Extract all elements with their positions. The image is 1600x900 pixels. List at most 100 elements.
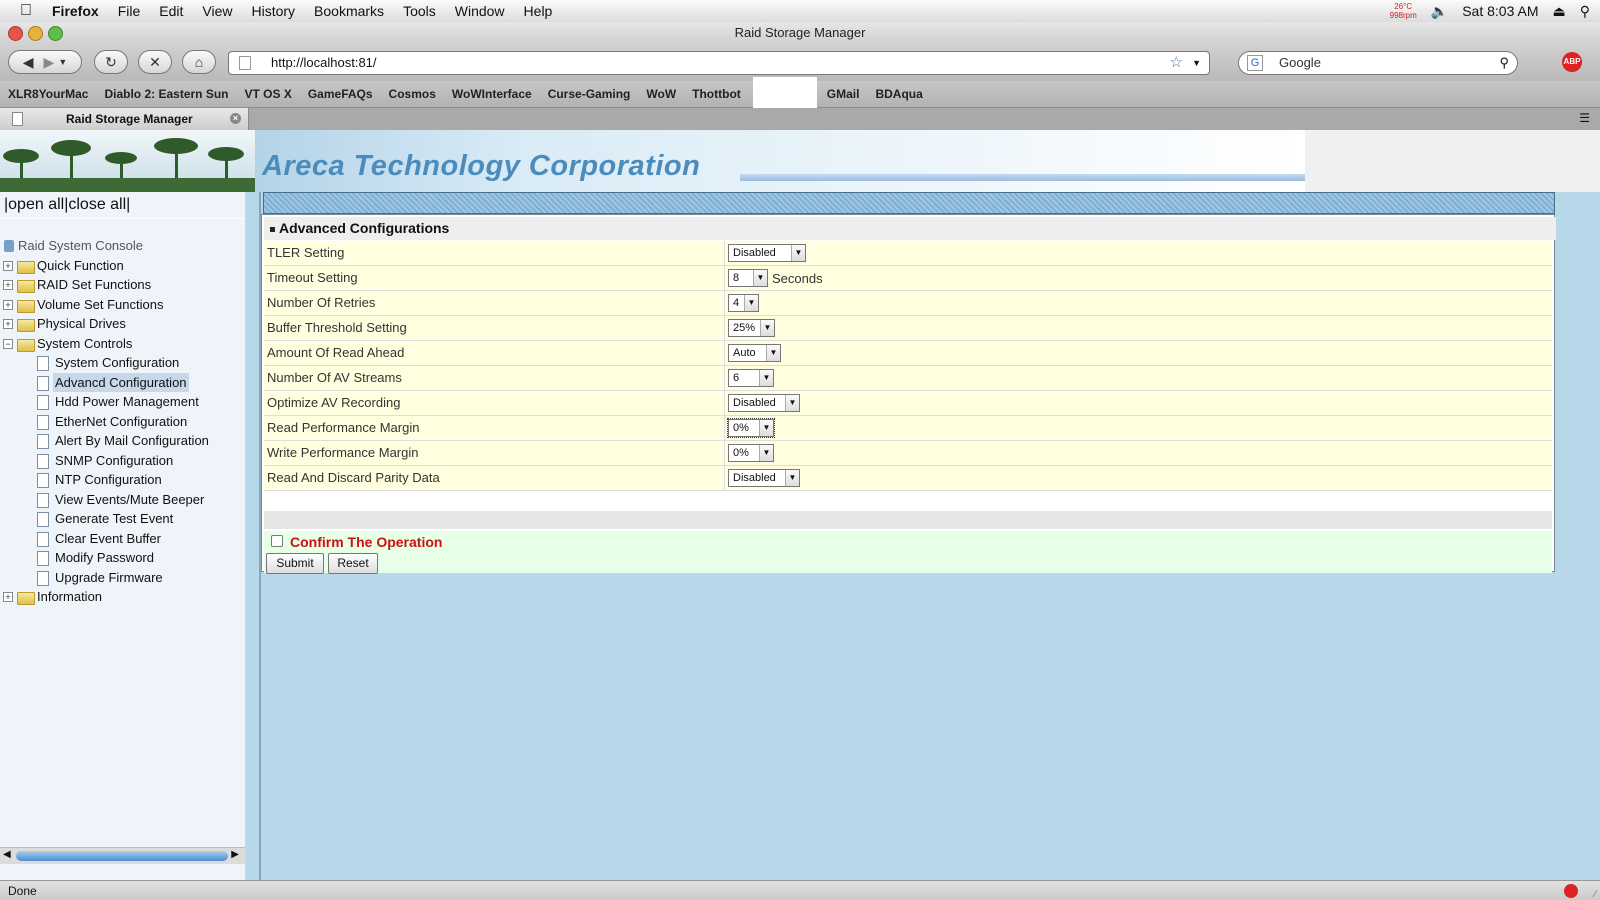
minimize-window-icon[interactable] (28, 26, 43, 41)
tree-item-system-controls[interactable]: − System Controls (0, 334, 245, 354)
tree-subitem-clear-event-buffer[interactable]: Clear Event Buffer (0, 529, 245, 549)
retries-select[interactable]: 4 ▼ (728, 294, 759, 312)
bookmark-item[interactable]: GMail (827, 87, 860, 101)
menu-bookmarks[interactable]: Bookmarks (314, 3, 384, 19)
expand-icon[interactable]: + (3, 319, 13, 329)
bookmark-item[interactable]: Cosmos (389, 87, 436, 101)
back-icon[interactable]: ◀ (23, 54, 34, 71)
blank-bookmark[interactable] (752, 77, 817, 111)
tree-subitem-generate-test-event[interactable]: Generate Test Event (0, 509, 245, 529)
expand-icon[interactable]: + (3, 299, 13, 310)
search-go-icon[interactable]: ⚲ (1499, 52, 1509, 74)
bookmark-item[interactable]: WoWInterface (452, 87, 532, 101)
tler-select[interactable]: Disabled ▼ (728, 244, 806, 262)
open-close-all-links[interactable]: |open all|close all| (4, 196, 130, 214)
menu-help[interactable]: Help (524, 3, 553, 19)
bookmark-item[interactable]: Diablo 2: Eastern Sun (104, 87, 228, 101)
write-margin-select[interactable]: 0% ▼ (728, 444, 774, 462)
apple-icon[interactable]:  (20, 2, 38, 20)
reload-button[interactable]: ↻ (94, 50, 128, 74)
bookmark-item[interactable]: VT OS X (245, 87, 292, 101)
tree-subitem-alert-by-mail[interactable]: Alert By Mail Configuration (0, 431, 245, 451)
url-dropdown-icon[interactable]: ▼ (1192, 52, 1201, 74)
forward-icon[interactable]: ▶ (44, 54, 55, 71)
menu-history[interactable]: History (251, 3, 295, 19)
scroll-right-icon[interactable]: ▶ (231, 849, 239, 860)
setting-row-av-streams: Number Of AV Streams 6 ▼ (264, 366, 1552, 391)
select-value: 4 (733, 297, 740, 309)
tree-subitem-modify-password[interactable]: Modify Password (0, 548, 245, 568)
close-tab-icon[interactable]: × (230, 113, 241, 124)
temperature-readout[interactable]: 26°C 998rpm (1390, 2, 1417, 20)
collapse-icon[interactable]: − (3, 338, 13, 349)
bookmark-item[interactable]: Curse-Gaming (548, 87, 631, 101)
stop-button[interactable]: ✕ (138, 50, 172, 74)
submit-button[interactable]: Submit (266, 553, 324, 574)
tree-item-quick-function[interactable]: + Quick Function (0, 256, 245, 276)
discard-parity-select[interactable]: Disabled ▼ (728, 469, 800, 487)
folder-icon (17, 260, 35, 274)
dropdown-arrow-icon: ▼ (759, 420, 773, 436)
clock[interactable]: Sat 8:03 AM (1462, 3, 1538, 19)
url-text[interactable]: http://localhost:81/ (271, 52, 377, 74)
url-bar[interactable]: http://localhost:81/ ☆ ▼ (228, 51, 1210, 75)
tree-subitem-ntp-configuration[interactable]: NTP Configuration (0, 470, 245, 490)
expand-icon[interactable]: + (3, 260, 13, 271)
tree-item-physical-drives[interactable]: + Physical Drives (0, 314, 245, 334)
tree-subitem-system-configuration[interactable]: System Configuration (0, 353, 245, 373)
tree-subitem-view-events[interactable]: View Events/Mute Beeper (0, 490, 245, 510)
tab-raid-storage-manager[interactable]: Raid Storage Manager × (0, 108, 249, 130)
adblock-status-icon[interactable] (1564, 884, 1578, 898)
menu-tools[interactable]: Tools (403, 3, 436, 19)
tree-subitem-upgrade-firmware[interactable]: Upgrade Firmware (0, 568, 245, 588)
home-button[interactable]: ⌂ (182, 50, 216, 74)
read-margin-select[interactable]: 0% ▼ (727, 418, 775, 438)
close-window-icon[interactable] (8, 26, 23, 41)
menu-edit[interactable]: Edit (159, 3, 183, 19)
eject-icon[interactable]: ⏏ (1553, 3, 1566, 20)
tree-subitem-snmp-configuration[interactable]: SNMP Configuration (0, 451, 245, 471)
menu-firefox[interactable]: Firefox (52, 3, 99, 19)
tree-item-information[interactable]: + Information (0, 587, 245, 607)
adblock-icon[interactable]: ABP (1562, 52, 1582, 72)
reset-button[interactable]: Reset (328, 553, 378, 574)
bookmark-item[interactable]: GameFAQs (308, 87, 373, 101)
google-engine-icon[interactable]: G (1247, 55, 1263, 71)
expand-icon[interactable]: + (3, 592, 13, 602)
tree-subitem-label: SNMP Configuration (55, 452, 174, 468)
tree-subitem-advanced-configuration[interactable]: Advancd Configuration (0, 372, 245, 392)
bookmark-item[interactable]: BDAqua (875, 87, 922, 101)
bookmark-item[interactable]: WoW (646, 87, 676, 101)
expand-icon[interactable]: + (3, 280, 13, 290)
menu-window[interactable]: Window (455, 3, 505, 19)
search-field[interactable]: G Google ⚲ (1238, 51, 1518, 75)
zoom-window-icon[interactable] (48, 26, 63, 41)
buffer-threshold-select[interactable]: 25% ▼ (728, 319, 775, 337)
timeout-select[interactable]: 8 ▼ (728, 269, 768, 287)
optimize-av-select[interactable]: Disabled ▼ (728, 394, 800, 412)
main-content: Advanced Configurations TLER Setting Dis… (259, 192, 1557, 880)
tree-item-raid-set-functions[interactable]: + RAID Set Functions (0, 275, 245, 295)
volume-icon[interactable]: 🔈 (1431, 3, 1448, 20)
bookmark-item[interactable]: XLR8YourMac (8, 87, 88, 101)
av-streams-select[interactable]: 6 ▼ (728, 369, 774, 387)
history-dropdown-icon[interactable]: ▼ (58, 57, 67, 67)
spotlight-search-icon[interactable]: ⚲ (1580, 3, 1590, 20)
bookmark-item[interactable]: Thottbot (692, 87, 741, 101)
read-ahead-select[interactable]: Auto ▼ (728, 344, 781, 362)
setting-row-read-ahead: Amount Of Read Ahead Auto ▼ (264, 341, 1552, 366)
tree-root[interactable]: Raid System Console (0, 236, 245, 256)
tree-item-volume-set-functions[interactable]: + Volume Set Functions (0, 295, 245, 315)
scroll-left-icon[interactable]: ◀ (3, 849, 11, 860)
tree-subitem-ethernet-configuration[interactable]: EtherNet Configuration (0, 412, 245, 432)
page-icon (37, 570, 49, 586)
menu-file[interactable]: File (118, 3, 141, 19)
horizontal-scrollbar[interactable]: ◀ ▶ (0, 847, 245, 864)
menu-view[interactable]: View (202, 3, 232, 19)
resize-grip-icon[interactable]: ∕ (1594, 885, 1596, 900)
scroll-thumb[interactable] (16, 851, 228, 861)
tree-subitem-hdd-power-management[interactable]: Hdd Power Management (0, 392, 245, 412)
tab-list-icon[interactable]: ☰ (1579, 111, 1590, 125)
confirm-checkbox[interactable] (271, 535, 283, 547)
bookmark-star-icon[interactable]: ☆ (1170, 52, 1183, 74)
